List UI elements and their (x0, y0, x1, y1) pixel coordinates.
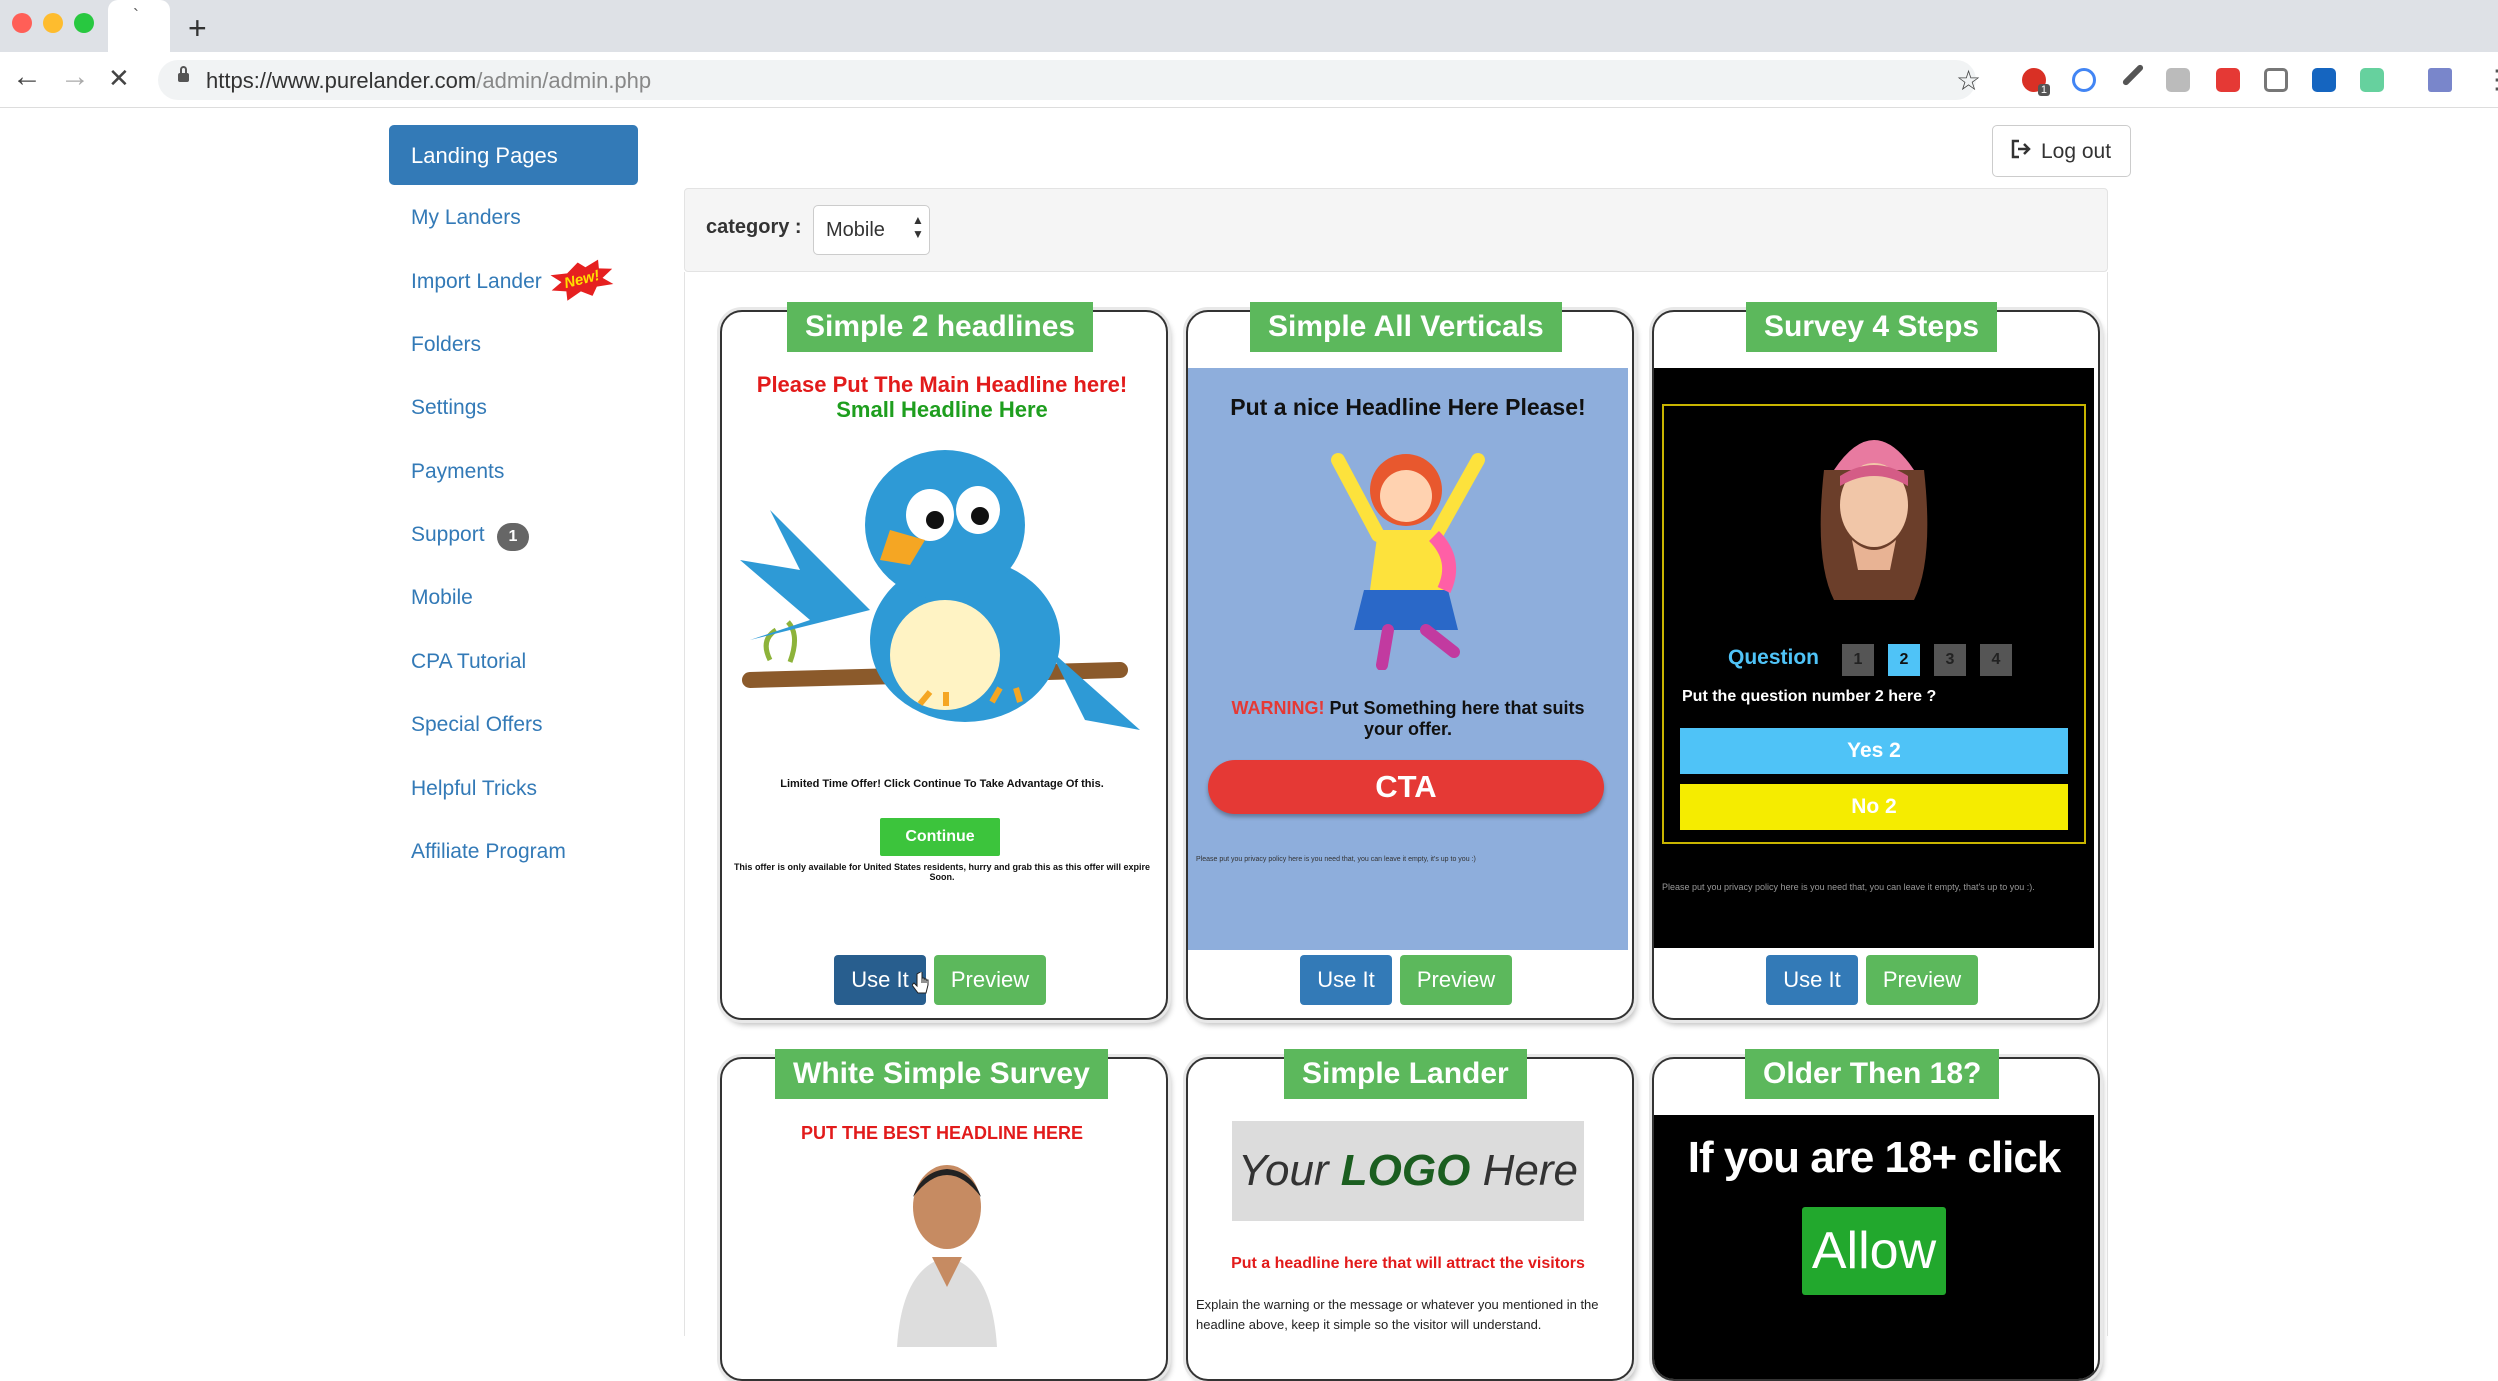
card-title: Simple 2 headlines (787, 302, 1094, 352)
new-tab-button[interactable]: + (188, 10, 207, 47)
logo-suffix: Here (1470, 1146, 1578, 1195)
card-headline: PUT THE BEST HEADLINE HERE (800, 1123, 1084, 1143)
bird-illustration (740, 450, 1140, 730)
girl-illustration (1331, 453, 1485, 670)
lander-card-survey-4-steps: Question 1 2 3 4 Put the question number… (1652, 310, 2100, 1020)
browser-tab-bar (0, 0, 2498, 52)
extension-badge: 1 (2037, 84, 2050, 96)
extension-gray-icon[interactable] (2166, 68, 2190, 92)
select-arrows-icon: ▲ ▼ (912, 213, 924, 241)
preview-button[interactable]: Preview (1400, 955, 1512, 1005)
lander-card-white-simple-survey: PUT THE BEST HEADLINE HERE (720, 1057, 1168, 1381)
lander-card-older-then-18: If you are 18+ click Allow (1652, 1057, 2100, 1381)
card-body: Explain the warning or the message or wh… (1196, 1297, 1599, 1332)
hand-cursor-icon (912, 972, 929, 994)
sidebar-item-folders[interactable]: Folders (411, 333, 481, 357)
woman-illustration (1820, 440, 1928, 600)
sidebar-item-my-landers[interactable]: My Landers (411, 206, 521, 230)
card-title: White Simple Survey (775, 1049, 1108, 1099)
sidebar-item-settings[interactable]: Settings (411, 396, 487, 420)
card-continue-button: Continue (880, 818, 1000, 856)
sidebar-item-special-offers[interactable]: Special Offers (411, 713, 543, 737)
extension-download-icon[interactable] (2216, 68, 2240, 92)
sidebar-item-payments[interactable]: Payments (411, 460, 504, 484)
extension-box-icon[interactable] (2264, 68, 2288, 92)
support-count-badge: 1 (497, 523, 529, 551)
sidebar-item-helpful-tricks[interactable]: Helpful Tricks (411, 777, 537, 801)
card-headline: Put a nice Headline Here Please! (1230, 394, 1586, 420)
card-title: Survey 4 Steps (1746, 302, 1998, 352)
card-policy: Please put you privacy policy here is yo… (1196, 856, 1476, 863)
sidebar-item-mobile[interactable]: Mobile (411, 586, 473, 610)
survey-step-3: 3 (1934, 644, 1966, 676)
card-headline-main: Please Put The Main Headline here! (756, 372, 1128, 397)
card-title: Simple All Verticals (1250, 302, 1562, 352)
back-icon[interactable]: ← (12, 60, 42, 94)
card-warning-text: Put Something here that suits your offer… (1329, 698, 1585, 739)
url-path: /admin/admin.php (476, 68, 652, 93)
logo-placeholder: Your LOGO Here (1232, 1121, 1584, 1221)
extension-red-icon[interactable]: 1 (2022, 68, 2050, 96)
survey-answer-yes: Yes 2 (1680, 728, 2068, 774)
card-title: Simple Lander (1284, 1049, 1527, 1099)
survey-step-4: 4 (1980, 644, 2012, 676)
card-warning: WARNING! Put Something here that suits y… (1218, 698, 1598, 740)
preview-button[interactable]: Preview (1866, 955, 1978, 1005)
new-badge: New! (547, 255, 618, 305)
browser-tab[interactable] (108, 0, 170, 52)
preview-button[interactable]: Preview (934, 955, 1046, 1005)
url-host: https://www.purelander.com (206, 68, 477, 93)
minimize-window-icon[interactable] (43, 13, 63, 33)
card-allow-button: Allow (1802, 1207, 1946, 1295)
sidebar-item-affiliate-program[interactable]: Affiliate Program (411, 840, 566, 864)
use-it-button[interactable]: Use It (1300, 955, 1392, 1005)
card-cta-button: CTA (1208, 760, 1604, 814)
sidebar-item-import-lander[interactable]: Import Lander (411, 270, 542, 294)
lander-card-simple-2-headlines: Please Put The Main Headline here! Small… (720, 310, 1168, 1020)
extension-pl-icon[interactable] (2428, 68, 2452, 92)
survey-step-1: 1 (1842, 644, 1874, 676)
lander-card-simple-lander: Your LOGO Here Put a headline here that … (1186, 1057, 1634, 1381)
extension-green-icon[interactable] (2360, 68, 2384, 92)
logout-label: Log out (2041, 140, 2112, 163)
survey-step-2: 2 (1888, 644, 1920, 676)
sidebar-item-cpa-tutorial[interactable]: CPA Tutorial (411, 650, 526, 674)
use-it-button[interactable]: Use It (1766, 955, 1858, 1005)
card-offer-text: Limited Time Offer! Click Continue To Ta… (780, 778, 1104, 790)
zoom-window-icon[interactable] (74, 13, 94, 33)
card-headline: If you are 18+ click (1687, 1133, 2062, 1182)
card-title: Older Then 18? (1745, 1049, 2000, 1099)
category-selected-value: Mobile (826, 219, 885, 241)
tab-title: ` (133, 6, 139, 26)
forward-icon[interactable]: → (60, 60, 90, 94)
category-label: category : (706, 216, 802, 238)
lock-icon (178, 66, 189, 82)
card-disclaimer: This offer is only available for United … (733, 862, 1151, 882)
lander-card-simple-all-verticals: Put a nice Headline Here Please! WARNING… (1186, 310, 1634, 1020)
stop-loading-icon[interactable]: ✕ (108, 63, 130, 94)
extension-circle-icon[interactable] (2072, 68, 2096, 92)
bookmark-star-icon[interactable]: ☆ (1956, 64, 1981, 97)
logo-bold: LOGO (1340, 1146, 1471, 1195)
card-policy: Please put you privacy policy here is yo… (1662, 882, 2035, 892)
url-text[interactable]: https://www.purelander.com/admin/admin.p… (206, 68, 651, 94)
extension-blue-icon[interactable] (2312, 68, 2336, 92)
card-headline: Put a headline here that will attract th… (1231, 1255, 1585, 1272)
logout-icon (2011, 139, 2031, 159)
card-headline-small: Small Headline Here (836, 397, 1048, 422)
card-warning-label: WARNING! (1231, 698, 1325, 718)
survey-question-text: Put the question number 2 here ? (1682, 688, 1937, 705)
sidebar-item-support[interactable]: Support (411, 523, 485, 547)
survey-question-label: Question (1728, 646, 1820, 669)
browser-menu-icon[interactable]: ⋮ (2484, 64, 2498, 95)
sidebar-item-landing-pages[interactable]: Landing Pages (389, 125, 638, 185)
man-photo (897, 1165, 997, 1347)
logo-prefix: Your (1238, 1146, 1341, 1195)
survey-answer-no: No 2 (1680, 784, 2068, 830)
close-window-icon[interactable] (12, 13, 32, 33)
